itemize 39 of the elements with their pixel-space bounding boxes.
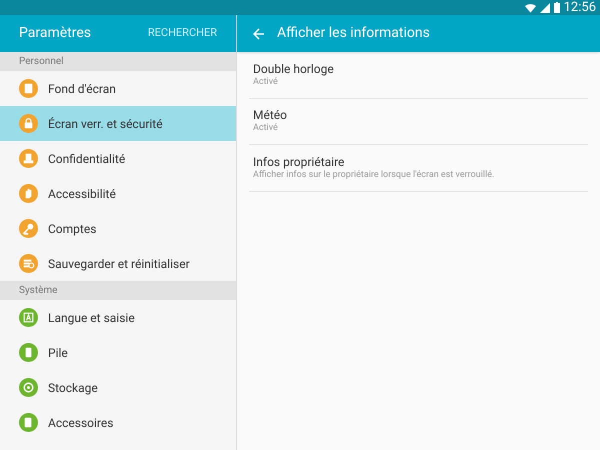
battery-icon: [554, 2, 560, 13]
row-summary: Activé: [253, 76, 279, 88]
settings-item[interactable]: Sauvegarder et réinitialiser: [0, 246, 236, 281]
item-label: Écran verr. et sécurité: [48, 116, 163, 132]
item-label: Pile: [48, 344, 68, 362]
settings-item[interactable]: Écran verr. et sécurité: [0, 106, 236, 141]
settings-item[interactable]: Pile: [0, 335, 236, 370]
settings-item[interactable]: Accessoires: [0, 405, 236, 440]
settings-item[interactable]: Stockage: [0, 370, 236, 405]
item-label: Sauvegarder et réinitialiser: [48, 256, 190, 272]
wifi-icon: [524, 2, 536, 12]
info-row[interactable]: Météo Activé: [249, 98, 588, 145]
section-header: Système: [0, 281, 236, 300]
item-label: Fond d'écran: [48, 80, 116, 98]
info-row[interactable]: Double horloge Activé: [249, 52, 588, 98]
item-label: Accessibilité: [48, 186, 116, 202]
back-button[interactable]: [253, 28, 265, 40]
back-arrow-icon: [253, 28, 265, 40]
item-label: Confidentialité: [48, 150, 126, 168]
settings-item[interactable]: Langue et saisie: [0, 300, 236, 335]
row-title: Double horloge: [253, 62, 335, 77]
item-label: Accessoires: [48, 414, 114, 432]
settings-item[interactable]: Accessibilité: [0, 176, 236, 211]
detail-title: Afficher les informations: [277, 24, 430, 43]
section-header: Personnel: [0, 52, 236, 71]
info-row[interactable]: Infos propriétaire Afficher infos sur le propriétaire lorsque l'écran est verrouillé.: [249, 145, 588, 192]
row-title: Infos propriétaire: [253, 154, 346, 170]
sidebar-title: Paramètres: [19, 24, 92, 43]
row-summary: Activé: [253, 123, 279, 134]
row-title: Météo: [253, 108, 288, 123]
settings-item[interactable]: Fond d'écran: [0, 71, 236, 106]
item-label: Comptes: [48, 220, 96, 238]
item-label: Stockage: [48, 380, 98, 396]
settings-item[interactable]: Comptes: [0, 211, 236, 246]
clock: 12:56: [564, 1, 596, 14]
settings-item[interactable]: Confidentialité: [0, 141, 236, 176]
item-label: Langue et saisie: [48, 310, 135, 326]
signal-icon: [540, 2, 550, 12]
row-summary: Afficher infos sur le propriétaire lorsque l'écran est verrouillé.: [253, 170, 496, 181]
